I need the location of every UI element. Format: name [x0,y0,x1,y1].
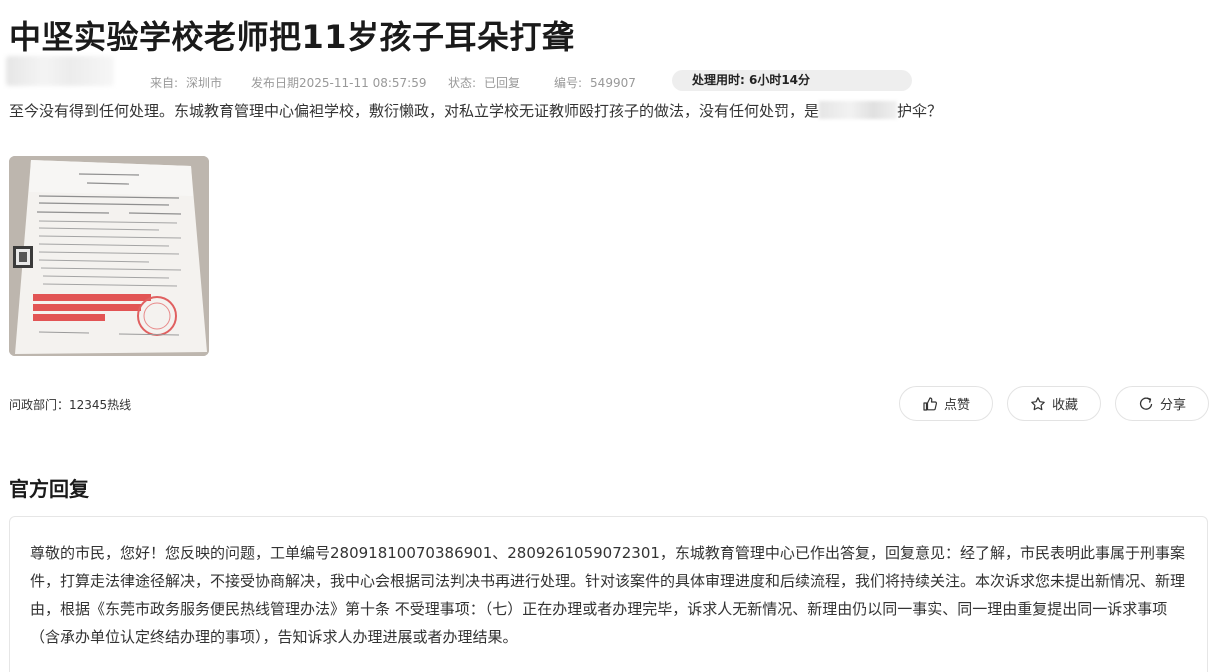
share-button[interactable]: 分享 [1115,386,1209,421]
meta-date-label: 发布日期 [251,76,300,90]
meta-status-label: 状态: [448,76,477,90]
share-label: 分享 [1159,398,1186,413]
favorite-label: 收藏 [1051,398,1078,413]
thumbs-up-icon [923,396,938,411]
post-content-text: 至今没有得到任何处理。东城教育管理中心偏袒学校，敷衍懒政，对私立学校无证教师殴打… [9,102,820,120]
official-reply-box: 尊敬的市民，您好！您反映的问题，工单编号28091810070386901、28… [9,516,1208,672]
official-reply-text: 尊敬的市民，您好！您反映的问题，工单编号28091810070386901、28… [30,544,1186,646]
like-label: 点赞 [943,398,970,413]
author-avatar-blurred [6,56,114,86]
processing-time-badge: 处理用时: 6小时14分 [672,70,912,91]
meta-source-value: 深圳市 [186,76,223,90]
redacted-text-blur [819,101,898,119]
meta-id: 编号: 549907 [554,74,636,91]
post-content: 至今没有得到任何处理。东城教育管理中心偏袒学校，敷衍懒政，对私立学校无证教师殴打… [9,100,942,122]
meta-date: 发布日期2025-11-11 08:57:59 [251,74,426,91]
star-icon [1031,396,1045,410]
medical-document-photo [9,156,209,356]
meta-date-value: 2025-11-11 08:57:59 [299,76,427,90]
meta-source: 来自: 深圳市 [150,74,222,91]
meta-source-label: 来自: [150,76,179,90]
meta-status: 状态: 已回复 [448,74,520,91]
meta-id-value: 549907 [590,76,636,90]
favorite-button[interactable]: 收藏 [1007,386,1101,421]
official-reply-heading: 官方回复 [9,477,89,501]
meta-id-label: 编号: [554,76,583,90]
share-refresh-icon [1139,397,1153,410]
like-button[interactable]: 点赞 [899,386,993,421]
status-badge: 已回复 [484,76,521,90]
attachment-thumbnail[interactable] [9,156,209,356]
post-content-text-end: 护伞？ [897,102,943,120]
post-title: 中坚实验学校老师把11岁孩子耳朵打聋 [9,18,575,56]
department-info: 问政部门：12345热线 [9,398,132,412]
